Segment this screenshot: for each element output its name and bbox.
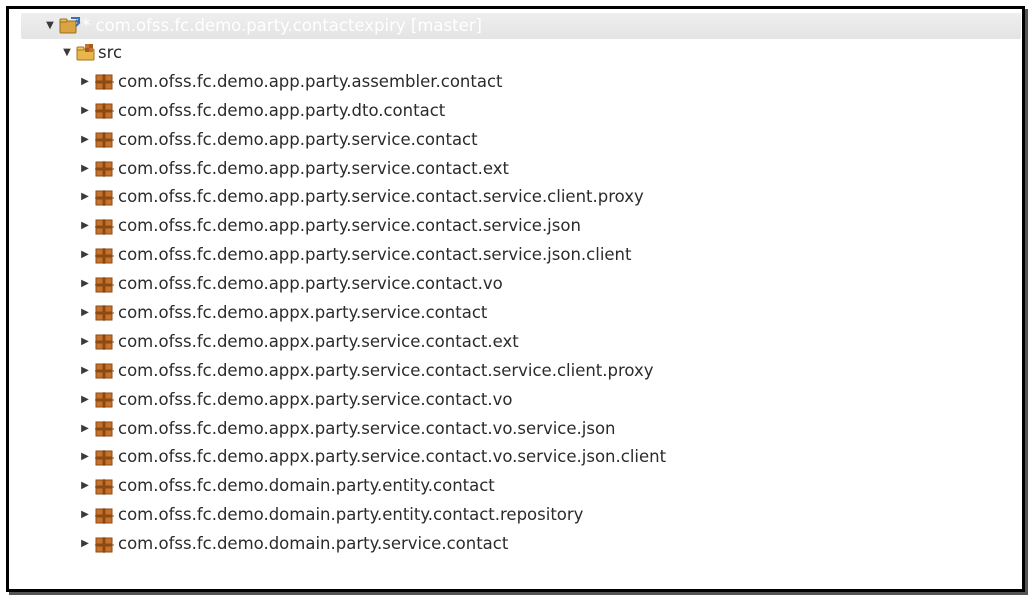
- collapsed-toggle-icon[interactable]: ▶: [79, 299, 91, 328]
- package-icon: [94, 448, 115, 468]
- tree-node-package[interactable]: ▶ com.ofss.fc.demo.appx.party.service.co…: [21, 357, 1021, 386]
- tree-node-package[interactable]: ▶ com.ofss.fc.demo.app.party.service.con…: [21, 241, 1021, 270]
- collapsed-toggle-icon[interactable]: ▶: [79, 241, 91, 270]
- project-icon: [59, 16, 81, 36]
- src-folder-label: src: [98, 43, 123, 62]
- package-icon: [94, 246, 115, 266]
- tree-node-package[interactable]: ▶ com.ofss.fc.demo.app.party.dto.contact: [21, 97, 1021, 126]
- collapsed-toggle-icon[interactable]: ▶: [79, 126, 91, 155]
- tree-node-package[interactable]: ▶ com.ofss.fc.demo.app.party.service.con…: [21, 155, 1021, 184]
- collapsed-toggle-icon[interactable]: ▶: [79, 212, 91, 241]
- package-icon: [94, 217, 115, 237]
- package-icon: [94, 361, 115, 381]
- tree-node-package[interactable]: ▶ com.ofss.fc.demo.appx.party.service.co…: [21, 328, 1021, 357]
- tree-node-package[interactable]: ▶ com.ofss.fc.demo.domain.party.service.…: [21, 530, 1021, 559]
- package-explorer-panel: ▼ * com.ofss.fc.demo.party.contactexpiry…: [6, 6, 1025, 592]
- package-label: com.ofss.fc.demo.appx.party.service.cont…: [118, 360, 654, 380]
- tree-node-package[interactable]: ▶ com.ofss.fc.demo.app.party.service.con…: [21, 212, 1021, 241]
- package-icon: [94, 390, 115, 410]
- collapsed-toggle-icon[interactable]: ▶: [79, 472, 91, 501]
- tree-node-package[interactable]: ▶ com.ofss.fc.demo.app.party.service.con…: [21, 126, 1021, 155]
- tree-node-project[interactable]: ▼ * com.ofss.fc.demo.party.contactexpiry…: [21, 13, 1021, 39]
- package-label: com.ofss.fc.demo.appx.party.service.cont…: [118, 303, 488, 323]
- collapsed-toggle-icon[interactable]: ▶: [79, 270, 91, 299]
- collapsed-toggle-icon[interactable]: ▶: [79, 443, 91, 472]
- collapsed-toggle-icon[interactable]: ▶: [79, 501, 91, 530]
- collapsed-toggle-icon[interactable]: ▶: [79, 183, 91, 212]
- package-icon: [94, 72, 115, 92]
- package-label: com.ofss.fc.demo.domain.party.service.co…: [118, 534, 509, 554]
- collapsed-toggle-icon[interactable]: ▶: [79, 415, 91, 444]
- package-label: com.ofss.fc.demo.appx.party.service.cont…: [118, 389, 513, 409]
- package-label: com.ofss.fc.demo.domain.party.entity.con…: [118, 505, 584, 525]
- package-label: com.ofss.fc.demo.app.party.service.conta…: [118, 129, 478, 149]
- tree-node-src-folder[interactable]: ▼ src: [21, 39, 1021, 68]
- tree-node-package[interactable]: ▶ com.ofss.fc.demo.appx.party.service.co…: [21, 299, 1021, 328]
- collapsed-toggle-icon[interactable]: ▶: [79, 155, 91, 184]
- tree-node-package[interactable]: ▶ com.ofss.fc.demo.appx.party.service.co…: [21, 386, 1021, 415]
- tree-node-package[interactable]: ▶ com.ofss.fc.demo.app.party.service.con…: [21, 270, 1021, 299]
- package-icon: [94, 332, 115, 352]
- package-label: com.ofss.fc.demo.app.party.service.conta…: [118, 187, 644, 207]
- tree-node-package[interactable]: ▶ com.ofss.fc.demo.domain.party.entity.c…: [21, 472, 1021, 501]
- project-label: * com.ofss.fc.demo.party.contactexpiry […: [82, 16, 482, 35]
- package-icon: [94, 506, 115, 526]
- package-label: com.ofss.fc.demo.appx.party.service.cont…: [118, 331, 519, 351]
- package-label: com.ofss.fc.demo.domain.party.entity.con…: [118, 476, 495, 496]
- package-icon: [94, 303, 115, 323]
- package-label: com.ofss.fc.demo.appx.party.service.cont…: [118, 447, 667, 467]
- expanded-toggle-icon[interactable]: ▼: [44, 13, 56, 39]
- collapsed-toggle-icon[interactable]: ▶: [79, 386, 91, 415]
- package-list: ▶ com.ofss.fc.demo.app.party.assembler.c…: [21, 68, 1021, 559]
- collapsed-toggle-icon[interactable]: ▶: [79, 328, 91, 357]
- collapsed-toggle-icon[interactable]: ▶: [79, 530, 91, 559]
- package-label: com.ofss.fc.demo.app.party.service.conta…: [118, 216, 581, 236]
- project-tree: ▼ * com.ofss.fc.demo.party.contactexpiry…: [21, 13, 1021, 559]
- package-icon: [94, 275, 115, 295]
- package-label: com.ofss.fc.demo.app.party.dto.contact: [118, 100, 446, 120]
- tree-node-package[interactable]: ▶ com.ofss.fc.demo.appx.party.service.co…: [21, 415, 1021, 444]
- package-icon: [94, 535, 115, 555]
- package-icon: [94, 130, 115, 150]
- package-label: com.ofss.fc.demo.app.party.service.conta…: [118, 245, 632, 265]
- tree-node-package[interactable]: ▶ com.ofss.fc.demo.appx.party.service.co…: [21, 443, 1021, 472]
- tree-node-package[interactable]: ▶ com.ofss.fc.demo.domain.party.entity.c…: [21, 501, 1021, 530]
- source-folder-icon: [76, 43, 96, 63]
- package-label: com.ofss.fc.demo.app.party.service.conta…: [118, 274, 503, 294]
- package-icon: [94, 159, 115, 179]
- package-label: com.ofss.fc.demo.appx.party.service.cont…: [118, 418, 616, 438]
- tree-node-package[interactable]: ▶ com.ofss.fc.demo.app.party.service.con…: [21, 183, 1021, 212]
- package-icon: [94, 477, 115, 497]
- collapsed-toggle-icon[interactable]: ▶: [79, 357, 91, 386]
- collapsed-toggle-icon[interactable]: ▶: [79, 97, 91, 126]
- collapsed-toggle-icon[interactable]: ▶: [79, 68, 91, 97]
- package-label: com.ofss.fc.demo.app.party.service.conta…: [118, 158, 509, 178]
- package-icon: [94, 419, 115, 439]
- package-label: com.ofss.fc.demo.app.party.assembler.con…: [118, 71, 503, 91]
- package-icon: [94, 101, 115, 121]
- tree-node-package[interactable]: ▶ com.ofss.fc.demo.app.party.assembler.c…: [21, 68, 1021, 97]
- expanded-toggle-icon[interactable]: ▼: [61, 39, 73, 68]
- package-icon: [94, 188, 115, 208]
